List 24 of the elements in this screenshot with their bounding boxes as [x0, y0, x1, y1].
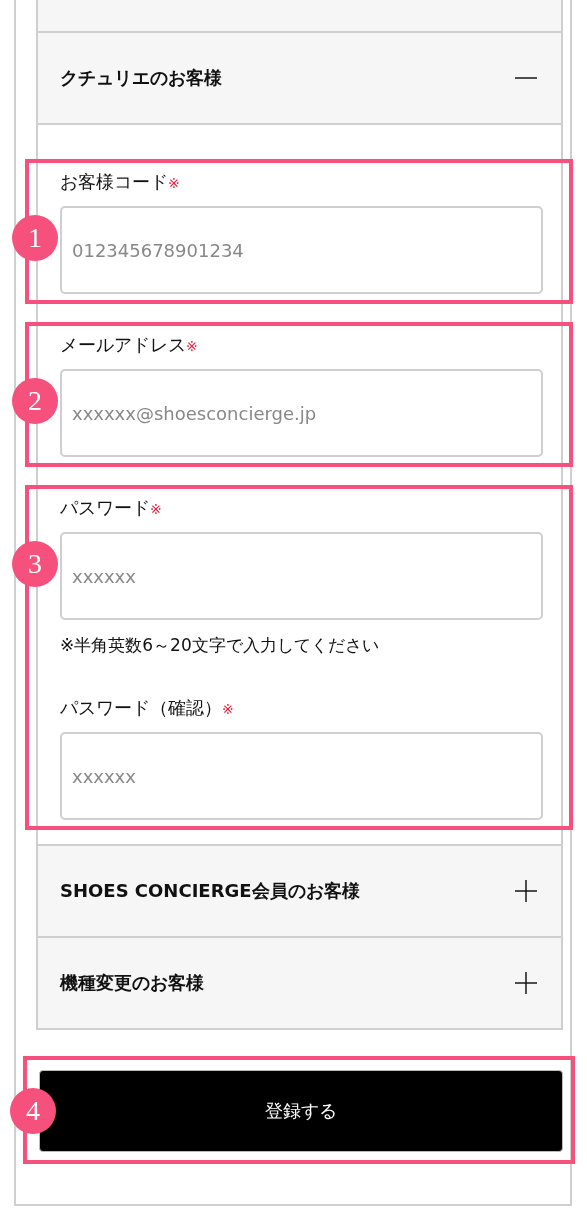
number-badge: 4: [10, 1088, 56, 1134]
plus-icon: [515, 880, 537, 902]
field-label: パスワード（確認）: [60, 697, 222, 718]
required-mark: ※: [150, 501, 162, 517]
input-field[interactable]: xxxxxx: [60, 532, 543, 620]
minus-icon: [515, 77, 537, 79]
register-button[interactable]: 登録する: [39, 1070, 563, 1152]
accordion-header[interactable]: クチュリエのお客様: [36, 33, 563, 125]
required-mark: ※: [168, 175, 180, 191]
accordion-header[interactable]: SHOES CONCIERGE会員のお客様: [36, 846, 563, 938]
input-field[interactable]: xxxxxx@shoesconcierge.jp: [60, 369, 543, 457]
required-mark: ※: [186, 338, 198, 354]
number-badge: 1: [12, 215, 58, 261]
input-field[interactable]: xxxxxx: [60, 732, 543, 820]
number-badge: 2: [12, 378, 58, 424]
field-label: パスワード: [60, 497, 150, 518]
hint-text: ※半角英数6～20文字で入力してください: [60, 634, 380, 657]
number-badge: 3: [12, 541, 58, 587]
required-mark: ※: [222, 701, 234, 717]
plus-icon: [515, 972, 537, 994]
field-label: メールアドレス: [60, 334, 186, 355]
field-label: お客様コード: [60, 171, 168, 192]
input-field[interactable]: 012345678901234: [60, 206, 543, 294]
accordion-header[interactable]: 機種変更のお客様: [36, 938, 563, 1030]
